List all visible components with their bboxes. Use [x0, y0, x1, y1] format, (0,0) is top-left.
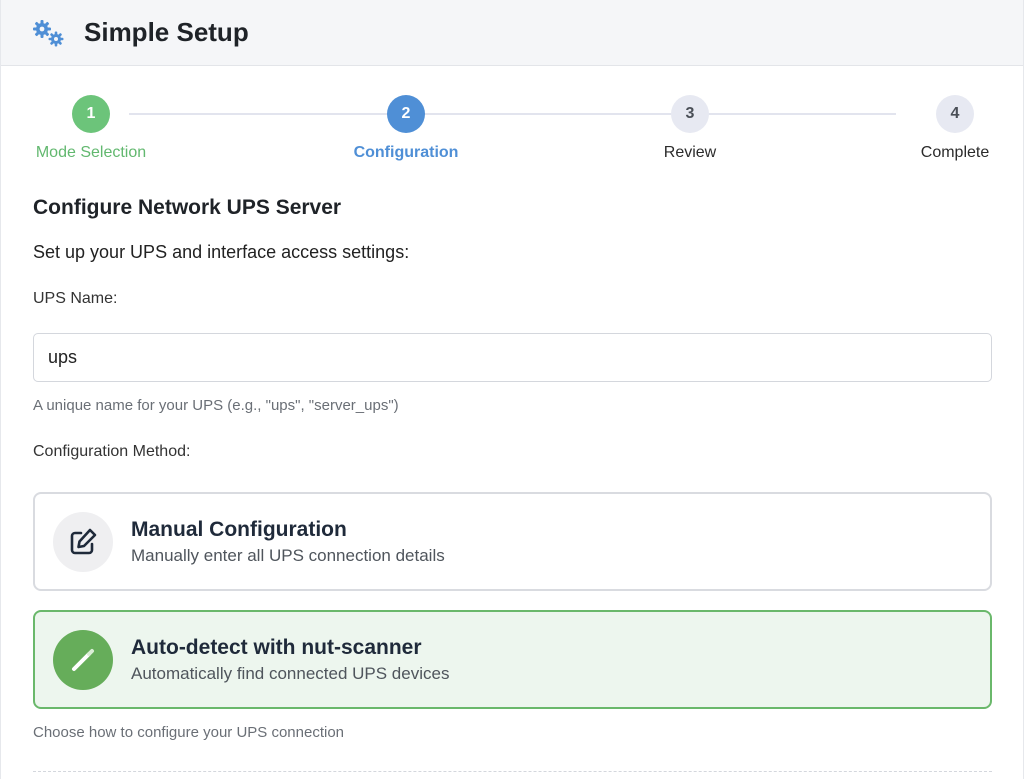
divider — [33, 771, 992, 772]
magic-wand-icon — [53, 630, 113, 690]
setup-panel: Simple Setup 1 Mode Selection 2 Configur… — [0, 0, 1024, 779]
step-1-circle[interactable]: 1 — [72, 95, 110, 133]
option-auto-detect[interactable]: Auto-detect with nut-scanner Automatical… — [33, 610, 992, 709]
stepper-track — [129, 113, 896, 115]
config-method-label: Configuration Method: — [33, 443, 191, 460]
step-4-circle: 4 — [936, 95, 974, 133]
ups-name-input[interactable] — [33, 333, 992, 382]
option-auto-detect-description: Automatically find connected UPS devices — [131, 664, 450, 683]
option-manual-description: Manually enter all UPS connection detail… — [131, 546, 445, 565]
option-manual-configuration[interactable]: Manual Configuration Manually enter all … — [33, 492, 992, 591]
step-4-label: Complete — [920, 144, 990, 161]
step-2-circle[interactable]: 2 — [387, 95, 425, 133]
ups-name-label: UPS Name: — [33, 290, 118, 307]
step-1-label[interactable]: Mode Selection — [36, 144, 146, 162]
step-2-label[interactable]: Configuration — [354, 144, 459, 162]
header: Simple Setup — [1, 0, 1023, 66]
option-auto-detect-title: Auto-detect with nut-scanner — [131, 636, 422, 659]
section-title: Configure Network UPS Server — [33, 196, 342, 219]
ups-name-help: A unique name for your UPS (e.g., "ups",… — [33, 397, 399, 414]
option-manual-title: Manual Configuration — [131, 518, 347, 541]
intro-text: Set up your UPS and interface access set… — [33, 242, 410, 262]
page-title: Simple Setup — [84, 17, 249, 47]
config-method-help: Choose how to configure your UPS connect… — [33, 724, 345, 741]
gears-icon — [31, 19, 67, 49]
edit-icon — [53, 512, 113, 572]
step-3-label: Review — [663, 144, 717, 161]
step-3-circle: 3 — [671, 95, 709, 133]
